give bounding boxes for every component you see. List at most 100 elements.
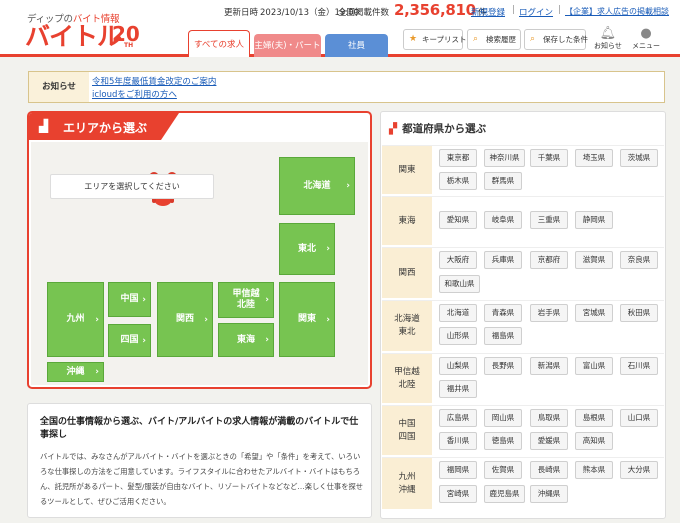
prefecture-row-chugoku-shikoku: 中国 四国 広島県 岡山県 鳥取県 島根県 山口県 香川県 徳島県 愛媛県 高知… [382, 405, 664, 455]
region-label: 東海 [236, 334, 255, 345]
tab-all-jobs[interactable]: すべての求人 [188, 30, 250, 57]
keeplist-label: キープリスト [422, 35, 467, 44]
prefecture-button[interactable]: 大阪府 [439, 251, 477, 269]
region-label: 九州 [66, 314, 85, 324]
region-label: 四国 [120, 335, 139, 345]
prefecture-row-tokai: 東海 愛知県 岐阜県 三重県 静岡県 [382, 196, 664, 245]
update-label: 更新日時 [224, 8, 259, 18]
keeplist-button[interactable]: ★ キープリスト [403, 29, 467, 50]
prefecture-button[interactable]: 富山県 [575, 357, 613, 375]
prefecture-button[interactable]: 宮崎県 [439, 485, 477, 503]
prefecture-button[interactable]: 山形県 [439, 327, 477, 345]
region-tokai[interactable]: 東海 › [218, 323, 274, 357]
prefecture-button[interactable]: 茨城県 [620, 149, 658, 167]
prefecture-button[interactable]: 山梨県 [439, 357, 477, 375]
chevron-right-icon: › [265, 295, 269, 305]
prefecture-button[interactable]: 愛知県 [439, 211, 477, 229]
prefecture-row-label: 関東 [382, 146, 432, 194]
chevron-right-icon: › [326, 314, 330, 325]
notifications-label: お知らせ [594, 42, 622, 50]
prefecture-button[interactable]: 佐賀県 [484, 461, 522, 479]
area-panel-header: ▟ エリアから選ぶ [29, 113, 179, 140]
prefecture-button[interactable]: 熊本県 [575, 461, 613, 479]
prefecture-button[interactable]: 栃木県 [439, 172, 477, 190]
user-icon: ● [640, 26, 652, 41]
login-link[interactable]: ログイン [519, 6, 553, 18]
prefecture-button[interactable]: 和歌山県 [439, 275, 480, 293]
region-kyushu[interactable]: 九州 › [47, 282, 104, 357]
prefecture-button[interactable]: 大分県 [620, 461, 658, 479]
prefecture-button[interactable]: 新潟県 [530, 357, 568, 375]
prefecture-button[interactable]: 福岡県 [439, 461, 477, 479]
notice-link[interactable]: 令和5年度最低賃金改定のご案内 [92, 75, 216, 87]
anniversary-logo: 20 [112, 22, 140, 46]
prefecture-button[interactable]: 長野県 [484, 357, 522, 375]
saved-conditions-button[interactable]: ⌕ 保存した条件 [524, 29, 588, 50]
link-separator: | [558, 5, 562, 15]
prefecture-button[interactable]: 岐阜県 [484, 211, 522, 229]
notifications-button[interactable]: 🔔︎ お知らせ [594, 27, 622, 51]
prefecture-button[interactable]: 秋田県 [620, 304, 658, 322]
prefecture-panel-title-text: 都道府県から選ぶ [402, 123, 487, 135]
prefecture-row-label: 東海 [382, 197, 432, 245]
prefecture-button[interactable]: 愛媛県 [530, 432, 568, 450]
prefecture-button[interactable]: 宮城県 [575, 304, 613, 322]
prefecture-button[interactable]: 香川県 [439, 432, 477, 450]
site-header: ディップのバイト情報 バイトル 20 TH 更新日時 2023/10/13（金）… [0, 0, 680, 57]
prefecture-button[interactable]: 岩手県 [530, 304, 568, 322]
region-tohoku[interactable]: 東北 › [279, 223, 335, 275]
chevron-right-icon: › [346, 181, 350, 191]
prefecture-button[interactable]: 鹿児島県 [484, 485, 525, 503]
prefecture-button[interactable]: 岡山県 [484, 409, 522, 427]
region-hokkaido[interactable]: 北海道 › [279, 157, 355, 215]
region-kanto[interactable]: 関東 › [279, 282, 335, 357]
corporate-link[interactable]: 【企業】求人広告の掲載相談 [565, 6, 669, 17]
prefecture-button[interactable]: 京都府 [530, 251, 568, 269]
tab-employee[interactable]: 社員 [325, 34, 388, 57]
region-shikoku[interactable]: 四国 › [108, 324, 151, 357]
prefecture-button[interactable]: 神奈川県 [484, 149, 525, 167]
prefecture-button[interactable]: 島根県 [575, 409, 613, 427]
prefecture-button[interactable]: 鳥取県 [530, 409, 568, 427]
region-koshinetsu-hokuriku[interactable]: 甲信越 北陸 › [218, 282, 274, 318]
region-kansai[interactable]: 関西 › [157, 282, 213, 357]
chevron-right-icon: › [95, 367, 99, 377]
history-button[interactable]: ⌕ 検索履歴 [467, 29, 521, 50]
region-label: 東北 [297, 243, 316, 254]
menu-label: メニュー [632, 42, 660, 50]
prefecture-button[interactable]: 静岡県 [575, 211, 613, 229]
prefecture-panel-title: ▞ 都道府県から選ぶ [389, 121, 486, 136]
prefecture-button[interactable]: 徳島県 [484, 432, 522, 450]
prefecture-button[interactable]: 沖縄県 [530, 485, 568, 503]
region-chugoku[interactable]: 中国 › [108, 282, 151, 317]
prefecture-button[interactable]: 奈良県 [620, 251, 658, 269]
site-logo[interactable]: バイトル [25, 22, 122, 52]
prefecture-button[interactable]: 滋賀県 [575, 251, 613, 269]
register-link[interactable]: 新規登録 [471, 6, 505, 18]
notice-link[interactable]: icloudをご利用の方へ [92, 88, 177, 100]
prefecture-button[interactable]: 埼玉県 [575, 149, 613, 167]
prefecture-button[interactable]: 高知県 [575, 432, 613, 450]
prefecture-button[interactable]: 福井県 [439, 380, 477, 398]
chevron-right-icon: › [142, 294, 146, 305]
prefecture-button[interactable]: 三重県 [530, 211, 568, 229]
prefecture-button[interactable]: 東京都 [439, 149, 477, 167]
chevron-right-icon: › [142, 335, 146, 346]
prefecture-button[interactable]: 長崎県 [530, 461, 568, 479]
prefecture-button[interactable]: 福島県 [484, 327, 522, 345]
region-okinawa[interactable]: 沖縄 › [47, 362, 104, 382]
prefecture-button[interactable]: 山口県 [620, 409, 658, 427]
menu-button[interactable]: ● メニュー [632, 27, 660, 51]
tab-housewife-part[interactable]: 主婦(夫)・パート [254, 34, 321, 57]
prefecture-button[interactable]: 群馬県 [484, 172, 522, 190]
prefecture-button[interactable]: 広島県 [439, 409, 477, 427]
prefecture-button[interactable]: 兵庫県 [484, 251, 522, 269]
prefecture-row-label: 中国 四国 [382, 406, 432, 455]
link-separator: | [512, 5, 516, 15]
prefecture-row-kyushu-okinawa: 九州 沖縄 福岡県 佐賀県 長崎県 熊本県 大分県 宮崎県 鹿児島県 沖縄県 [382, 457, 664, 509]
prefecture-button[interactable]: 青森県 [484, 304, 522, 322]
prefecture-button[interactable]: 石川県 [620, 357, 658, 375]
prefecture-button[interactable]: 北海道 [439, 304, 477, 322]
prefecture-button[interactable]: 千葉県 [530, 149, 568, 167]
region-label: 関西 [175, 314, 194, 324]
